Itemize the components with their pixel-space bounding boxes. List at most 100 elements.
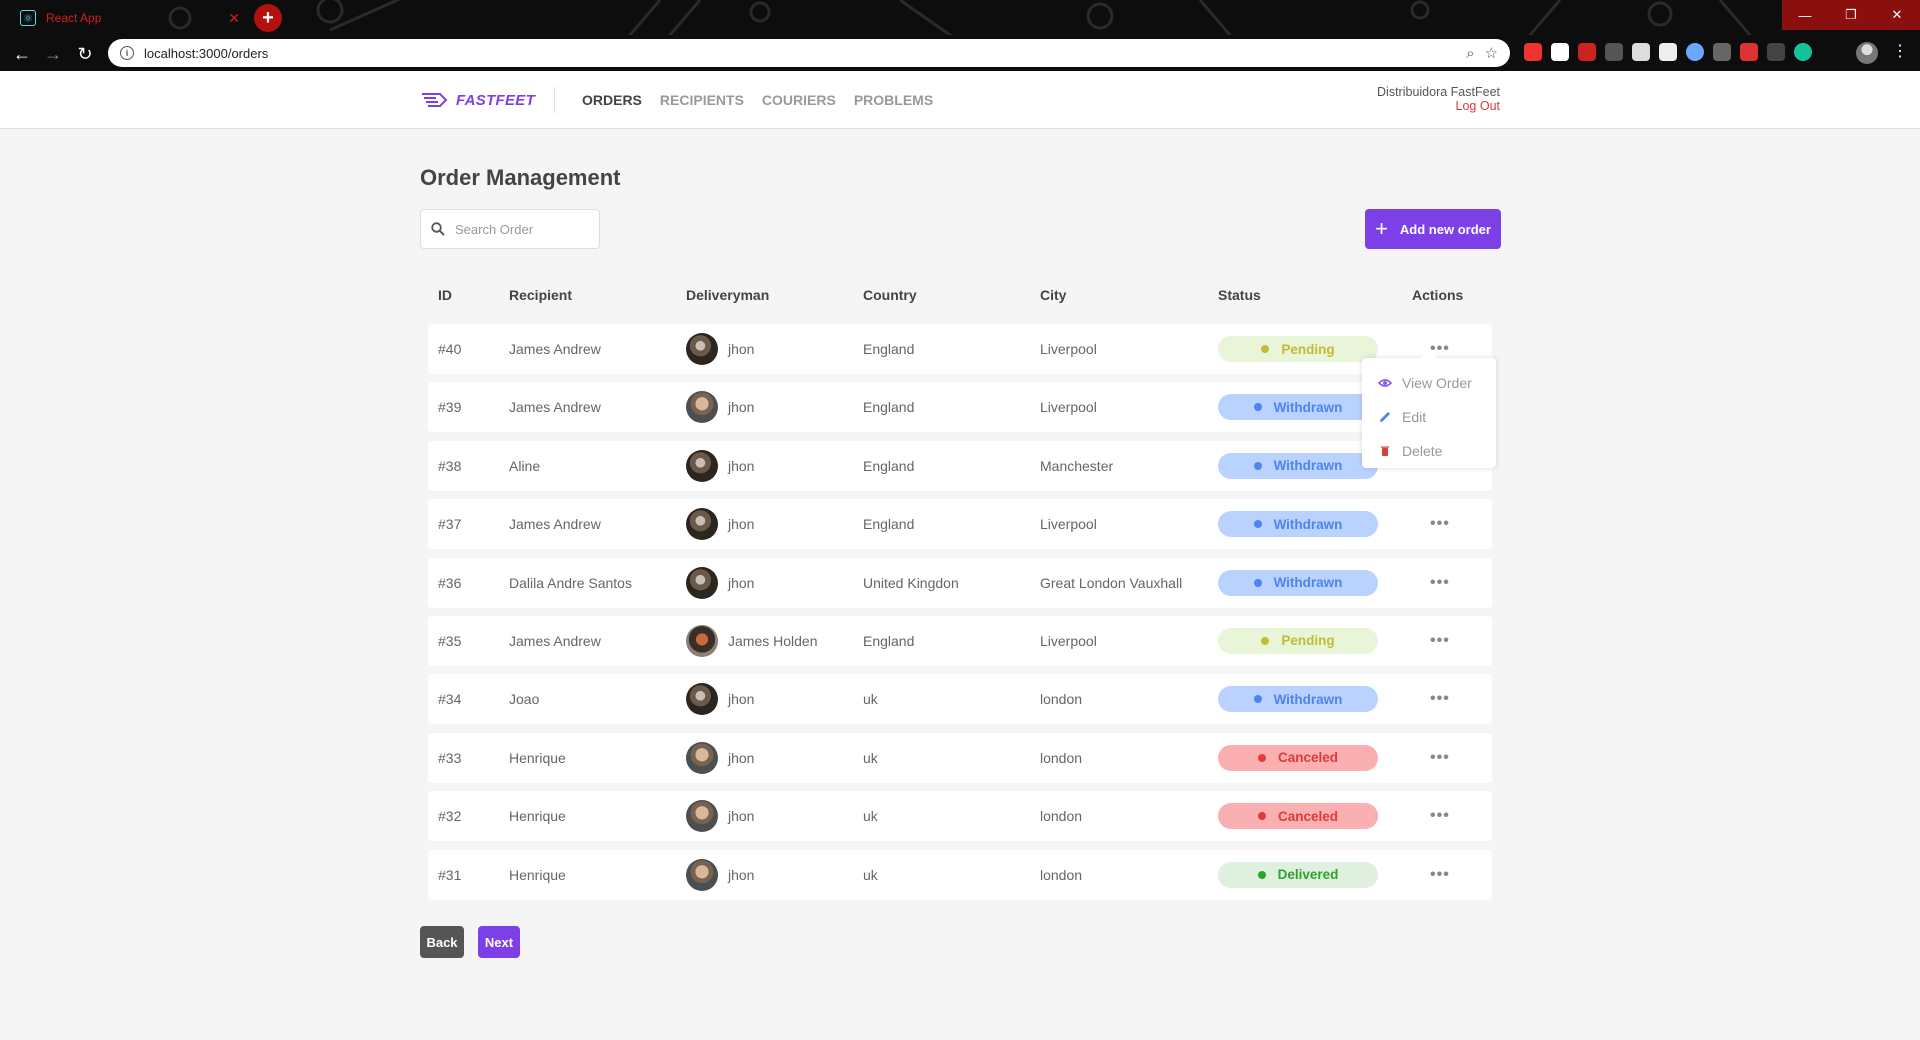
table-row: #32 Henrique jhon uk london Canceled ••• xyxy=(428,791,1492,842)
deliveryman-name: jhon xyxy=(728,866,755,883)
table-row: #31 Henrique jhon uk london Delivered ••• xyxy=(428,849,1492,900)
row-actions-menu-icon[interactable]: ••• xyxy=(1430,690,1450,708)
nav-recipients[interactable]: RECIPIENTS xyxy=(660,92,744,108)
extension-icon[interactable] xyxy=(1686,43,1704,61)
forward-arrow-icon[interactable]: → xyxy=(40,41,66,67)
url-text[interactable]: localhost:3000/orders xyxy=(144,46,1456,61)
deliveryman-name: jhon xyxy=(728,341,755,357)
extension-icon[interactable] xyxy=(1740,43,1758,61)
address-bar[interactable]: i localhost:3000/orders ⌕ ☆ xyxy=(108,39,1510,67)
city: london xyxy=(1040,866,1083,883)
status-badge: Withdrawn xyxy=(1218,394,1378,421)
nav-couriers[interactable]: COURIERS xyxy=(762,92,836,108)
order-id: #34 xyxy=(438,691,462,708)
window-minimize-button[interactable]: — xyxy=(1782,0,1828,30)
order-id: #36 xyxy=(438,574,462,591)
tab-title: React App xyxy=(46,11,102,25)
status-dot-icon xyxy=(1253,403,1262,412)
city: Liverpool xyxy=(1040,341,1097,357)
city: london xyxy=(1040,808,1083,825)
user-box: Distribuidora FastFeet Log Out xyxy=(1377,85,1500,113)
country: uk xyxy=(863,749,878,766)
order-id: #39 xyxy=(438,399,462,416)
pencil-icon xyxy=(1380,412,1390,422)
recipient-name: James Andrew xyxy=(509,632,601,649)
bookmark-star-icon[interactable]: ☆ xyxy=(1485,44,1498,62)
tab-close-icon[interactable]: ✕ xyxy=(228,10,240,27)
view-order-menu-item[interactable]: View Order xyxy=(1378,366,1480,400)
profile-avatar[interactable] xyxy=(1856,42,1878,64)
site-info-icon[interactable]: i xyxy=(120,46,134,60)
deliveryman-name: jhon xyxy=(728,399,755,416)
recipient-name: Joao xyxy=(509,691,540,708)
nav-problems[interactable]: PROBLEMS xyxy=(854,92,933,108)
deliveryman-cell: jhon xyxy=(686,800,754,833)
deliveryman-cell: jhon xyxy=(686,333,754,365)
back-arrow-icon[interactable]: ← xyxy=(9,41,35,67)
status-badge: Withdrawn xyxy=(1218,569,1378,596)
delete-menu-item[interactable]: Delete xyxy=(1378,434,1480,468)
recipient-name: Henrique xyxy=(509,866,566,883)
deliveryman-cell: jhon xyxy=(686,858,755,891)
status-label: Withdrawn xyxy=(1273,399,1343,415)
extension-icon[interactable] xyxy=(1632,43,1650,61)
plus-icon: + xyxy=(1375,216,1388,241)
city: Manchester xyxy=(1040,457,1114,474)
window-close-button[interactable]: ✕ xyxy=(1874,0,1920,30)
extension-icon[interactable] xyxy=(1659,43,1677,61)
next-button[interactable]: Next xyxy=(478,926,520,958)
row-actions-menu-icon[interactable]: ••• xyxy=(1430,515,1450,533)
browser-tab[interactable]: ⚛ React App ✕ xyxy=(10,2,250,34)
order-id: #38 xyxy=(438,457,462,474)
order-id: #32 xyxy=(438,808,462,825)
add-new-order-button[interactable]: + Add new order xyxy=(1365,209,1501,249)
extension-icon[interactable] xyxy=(1524,43,1542,61)
country: England xyxy=(863,399,915,416)
window-restore-button[interactable]: ❐ xyxy=(1828,0,1874,30)
recipient-name: Henrique xyxy=(509,808,566,825)
extension-icon[interactable] xyxy=(1767,43,1785,61)
search-input[interactable] xyxy=(455,221,585,237)
row-actions-menu-icon[interactable]: ••• xyxy=(1430,749,1450,767)
page-title: Order Management xyxy=(420,165,621,190)
row-actions-menu-icon[interactable]: ••• xyxy=(1430,807,1450,825)
zoom-icon[interactable]: ⌕ xyxy=(1466,45,1474,62)
logout-link[interactable]: Log Out xyxy=(1377,99,1500,113)
extension-icon[interactable] xyxy=(1578,43,1596,61)
status-label: Pending xyxy=(1281,341,1335,357)
back-button[interactable]: Back xyxy=(420,926,464,958)
status-dot-icon xyxy=(1257,812,1266,821)
new-tab-button[interactable]: + xyxy=(254,4,282,32)
row-actions-menu-icon[interactable]: ••• xyxy=(1430,574,1450,592)
country: England xyxy=(863,632,915,649)
table-row: #38AlinejhonEnglandManchesterWithdrawn••… xyxy=(428,440,1492,491)
nav-orders[interactable]: ORDERS xyxy=(582,92,642,108)
row-actions-menu-icon[interactable]: ••• xyxy=(1430,632,1450,650)
status-label: Canceled xyxy=(1277,808,1339,824)
column-header-status: Status xyxy=(1218,287,1261,303)
extension-icon[interactable] xyxy=(1605,43,1623,61)
status-dot-icon xyxy=(1253,461,1262,470)
extension-icon[interactable] xyxy=(1713,43,1731,61)
order-id: #33 xyxy=(438,749,462,766)
header-divider xyxy=(554,87,555,113)
extension-icon[interactable] xyxy=(1551,43,1569,61)
brand-logo[interactable]: FASTFEET xyxy=(420,89,535,111)
city: london xyxy=(1040,691,1083,708)
status-badge: Pending xyxy=(1218,627,1378,654)
row-actions-menu-icon[interactable]: ••• xyxy=(1430,866,1450,884)
country: uk xyxy=(863,691,878,708)
grammarly-icon[interactable] xyxy=(1794,43,1812,61)
search-box[interactable] xyxy=(420,209,600,249)
browser-tab-strip: ⚛ React App ✕ + — ❐ ✕ xyxy=(0,0,1920,35)
status-label: Withdrawn xyxy=(1273,458,1343,474)
city: Liverpool xyxy=(1040,516,1097,533)
deliveryman-avatar xyxy=(686,624,718,657)
deliveryman-avatar xyxy=(686,858,718,891)
table-row: #33 Henrique jhon uk london Canceled ••• xyxy=(428,732,1492,783)
reload-icon[interactable]: ↻ xyxy=(72,41,98,67)
browser-menu-icon[interactable]: ⋮ xyxy=(1892,41,1908,61)
trash-icon xyxy=(1381,446,1389,456)
edit-menu-item[interactable]: Edit xyxy=(1378,400,1480,434)
table-row: #36 Dalila Andre Santos jhon United Kingdon… xyxy=(428,557,1492,608)
